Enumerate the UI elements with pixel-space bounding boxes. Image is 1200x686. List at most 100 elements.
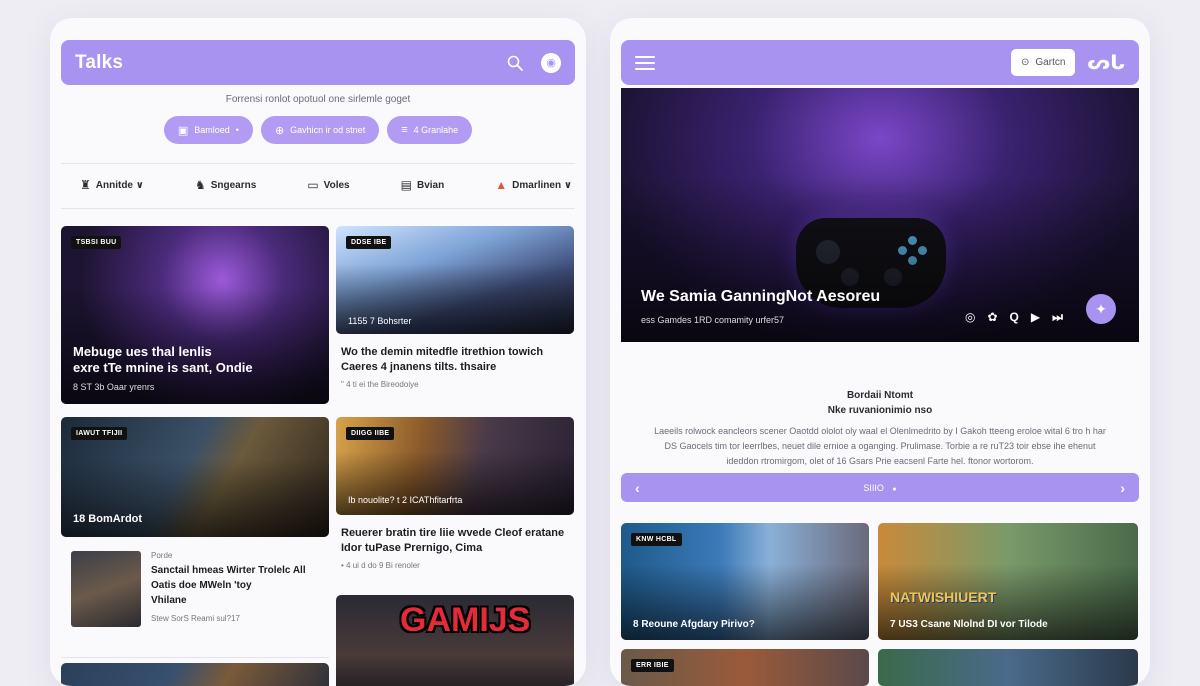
card-1-title-line-2: exre tTe mnine is sant, Ondie (73, 360, 253, 375)
card-4-title-line-2[interactable]: Idor tuPase Prernigo, Cima (341, 541, 482, 556)
article-title-line-2: Nke ruvanionimio nso (827, 405, 933, 416)
feature-card-1[interactable]: TSBSI BUU Mebuge ues thal lenlis exre tT… (61, 226, 329, 404)
list-item-meta: Stew SorS Reami sul?17 (151, 614, 240, 623)
brand-logo[interactable]: Talks (75, 52, 123, 74)
nav-5-label: Dmarlinen ∨ (512, 179, 572, 191)
pager-dot[interactable]: ● (892, 486, 896, 493)
divider (61, 163, 575, 164)
feature-card-7[interactable] (61, 663, 329, 686)
play-icon[interactable]: ▶ (1031, 310, 1040, 325)
list-item[interactable]: Porde Sanctail hmeas Wirter Trolelc All … (61, 548, 329, 658)
list-item-label: Porde (151, 551, 173, 560)
grid-card-4[interactable] (878, 649, 1138, 686)
list-item-title-line-1: Sanctail hmeas Wirter Trolelc All (151, 565, 306, 576)
brand-mark-icon[interactable]: ᔕᒐ (1087, 50, 1125, 75)
card-3-tag: IAWUT TFIJII (71, 427, 128, 440)
cta-button[interactable]: ⊙ Gartcn (1011, 49, 1076, 76)
cta-icon: ⊙ (1021, 57, 1030, 68)
category-nav: ♜ Annitde ∨ ♞ Sngearns ▭ Voles ▤ Bvian ▲ Dmar… (80, 178, 572, 192)
card-2-meta: " 4 ti ei the Bireodoiye (341, 380, 419, 389)
nav-item-1[interactable]: ♜ Annitde ∨ (80, 178, 144, 192)
hero-title: We Samia GanningNot Aesoreu (641, 288, 881, 305)
pill-2-icon: ⊕ (274, 124, 285, 137)
right-panel: ⊙ Gartcn ᔕᒐ We Samia GanningNot Aesoreu … (610, 18, 1150, 686)
card-1-title-line-1: Mebuge ues thal lenlis (73, 344, 212, 359)
nav-4-icon: ▤ (400, 178, 412, 192)
nav-4-label: Bvian (417, 179, 445, 191)
nav-item-3[interactable]: ▭ Voles (307, 178, 349, 192)
nav-2-icon: ♞ (194, 178, 206, 192)
pill-3-icon: ≡ (401, 124, 408, 136)
list-item-title-line-2: Oatis doe MWeln 'toy (151, 580, 252, 591)
nav-1-label: Annitde ∨ (95, 179, 144, 191)
settings-icon[interactable]: ✿ (987, 310, 997, 325)
grid-card-3[interactable]: ERR IBIE (621, 649, 869, 686)
feature-card-4[interactable]: DIIGG IIBE Ib nouolite? t 2 ICAThfitarfr… (336, 417, 574, 515)
feature-card-6[interactable]: GAMIJS (336, 595, 574, 686)
next-arrow-icon[interactable]: › (1120, 480, 1125, 496)
hero-banner[interactable]: We Samia GanningNot Aesoreu ess Gamdes 1… (621, 88, 1139, 342)
image-shade (61, 226, 329, 404)
grid-card-1-overlay: 8 Reoune Afgdary Pirivo? (633, 619, 755, 630)
nav-5-icon: ▲ (495, 178, 508, 192)
grid-card-2[interactable]: NATWISHIUERT 7 US3 Csane Nlolnd DI vor T… (878, 523, 1138, 640)
right-top-bar: ⊙ Gartcn ᔕᒐ (621, 40, 1139, 85)
menu-icon[interactable] (635, 55, 655, 70)
pager-label: SIIIO (863, 482, 884, 493)
list-item-thumbnail (71, 551, 141, 627)
pill-1-label: Bamloed (194, 125, 230, 135)
left-top-bar: Talks ◉ (61, 40, 575, 85)
pill-1-icon: ▣ (177, 124, 189, 137)
filter-pill-2[interactable]: ⊕ Gavhicn ir od stnet (260, 116, 380, 144)
grid-card-3-tag: ERR IBIE (631, 659, 674, 672)
nav-item-5[interactable]: ▲ Dmarlinen ∨ (495, 178, 572, 192)
card-2-overlay: 1155 7 Bohsrter (348, 316, 412, 326)
sparkle-action-button[interactable]: ✦ (1086, 294, 1116, 324)
card-4-title-line-1[interactable]: Reuerer bratin tire liie wvede Cleof era… (341, 526, 564, 541)
nav-3-icon: ▭ (307, 178, 319, 192)
card-2-title-line-2[interactable]: Caeres 4 jnanens tilts. thsaire (341, 360, 496, 375)
card-1-tag: TSBSI BUU (71, 236, 122, 249)
card-1-meta: 8 ST 3b Oaar yrenrs (73, 382, 155, 392)
tagline: Forrensi ronlot opotuol one sirlemle gog… (225, 94, 411, 105)
card-4-tag: DIIGG IIBE (346, 427, 395, 440)
article-body-line-2: DS Gaocels tim tor leerrlbes, neuet dile… (664, 441, 1096, 451)
zoom-icon[interactable]: Q (1010, 310, 1019, 325)
grid-card-2-overlay: 7 US3 Csane Nlolnd DI vor Tilode (890, 619, 1048, 630)
filter-pill-3[interactable]: ≡ 4 Granlahe (387, 116, 473, 144)
divider (61, 208, 575, 209)
nav-item-4[interactable]: ▤ Bvian (401, 178, 445, 192)
share-icon[interactable]: ◎ (965, 310, 975, 325)
nav-2-label: Sngearns (210, 179, 257, 191)
feature-card-2[interactable]: DDSE IBE 1155 7 Bohsrter (336, 226, 574, 334)
card-4-overlay: Ib nouolite? t 2 ICAThfitarfrta (348, 495, 463, 505)
article-title-line-1: Bordaii Ntomt (846, 390, 914, 401)
grid-card-2-title-art: NATWISHIUERT (890, 589, 997, 605)
card-2-tag: DDSE IBE (346, 236, 392, 249)
grid-card-1[interactable]: KNW HCBL 8 Reoune Afgdary Pirivo? (621, 523, 869, 640)
left-panel: Talks ◉ Forrensi ronlot opotuol one sirl… (50, 18, 586, 686)
list-item-title-line-3: Vhilane (151, 595, 187, 606)
feature-card-3[interactable]: IAWUT TFIJII 18 BomArdot (61, 417, 329, 537)
filter-pill-1[interactable]: ▣ Bamloed • (163, 116, 253, 144)
article-body-line-1: Laeeils rolwock eancleors scener Oaotdd … (654, 426, 1106, 436)
pill-2-label: Gavhicn ir od stnet (290, 125, 366, 135)
nav-3-label: Voles (323, 179, 350, 191)
article-title: Bordaii Ntomt Nke ruvanionimio nso (610, 388, 1150, 418)
grid-card-1-tag: KNW HCBL (631, 533, 682, 546)
filter-pills: ▣ Bamloed • ⊕ Gavhicn ir od stnet ≡ 4 Gr… (50, 116, 586, 144)
card-3-overlay: 18 BomArdot (73, 513, 143, 525)
pill-1-suffix: • (235, 125, 239, 135)
pill-3-label: 4 Granlahe (413, 125, 459, 135)
nav-item-2[interactable]: ♞ Sngearns (195, 178, 256, 192)
carousel-pager: ‹ SIIIO ● › (621, 473, 1139, 502)
search-icon[interactable] (507, 55, 523, 71)
cta-label: Gartcn (1035, 57, 1066, 68)
card-2-title-line-1[interactable]: Wo the demin mitedfle itrethion towich (341, 345, 543, 360)
next-icon[interactable]: ⏭ (1052, 310, 1063, 325)
nav-1-icon: ♜ (80, 178, 91, 192)
article-body: Laeeils rolwock eancleors scener Oaotdd … (634, 424, 1126, 469)
account-icon[interactable]: ◉ (541, 52, 561, 73)
grid-card-4-image (878, 649, 1138, 686)
pager-indicator: SIIIO ● (640, 483, 1121, 493)
